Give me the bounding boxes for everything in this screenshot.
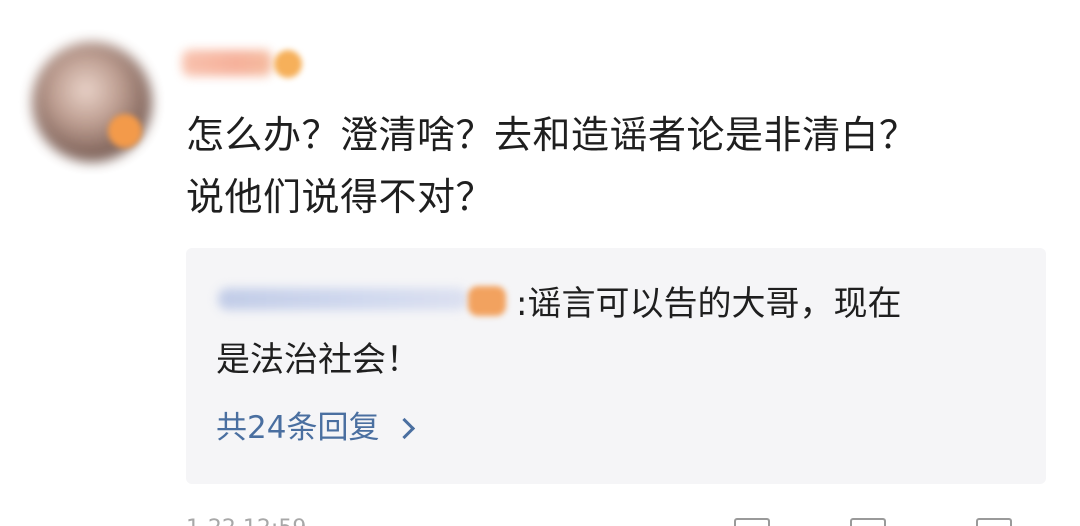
- comment-text: 怎么办？澄清啥？去和造谣者论是非清白？ 说他们说得不对？: [186, 104, 1046, 228]
- user-level-badge-icon: [274, 50, 302, 78]
- chevron-right-icon: [394, 417, 416, 439]
- share-icon[interactable]: [734, 518, 770, 526]
- comment-timestamp: 1-22 12:59: [186, 518, 306, 526]
- like-icon[interactable]: [976, 518, 1012, 526]
- username-blurred[interactable]: [182, 50, 272, 76]
- reply-line-2: 是法治社会！: [216, 340, 420, 380]
- replies-count-label: 共24条回复: [216, 410, 380, 446]
- verified-badge-icon: [108, 114, 142, 148]
- comment-line-1: 怎么办？澄清啥？去和造谣者论是非清白？: [186, 113, 918, 157]
- reply-line-1: :谣言可以告的大哥，现在: [516, 284, 902, 324]
- comment-meta-row: 1-22 12:59: [186, 512, 1046, 526]
- view-replies-link[interactable]: 共24条回复: [216, 408, 416, 448]
- comment-line-2: 说他们说得不对？: [186, 175, 495, 219]
- reply-preview[interactable]: :谣言可以告的大哥，现在 是法治社会！ 共24条回复: [186, 248, 1046, 484]
- comment-card: 怎么办？澄清啥？去和造谣者论是非清白？ 说他们说得不对？ :谣言可以告的大哥，现…: [0, 0, 1080, 526]
- comment-icon[interactable]: [850, 518, 886, 526]
- reply-text: :谣言可以告的大哥，现在 是法治社会！: [216, 276, 1016, 388]
